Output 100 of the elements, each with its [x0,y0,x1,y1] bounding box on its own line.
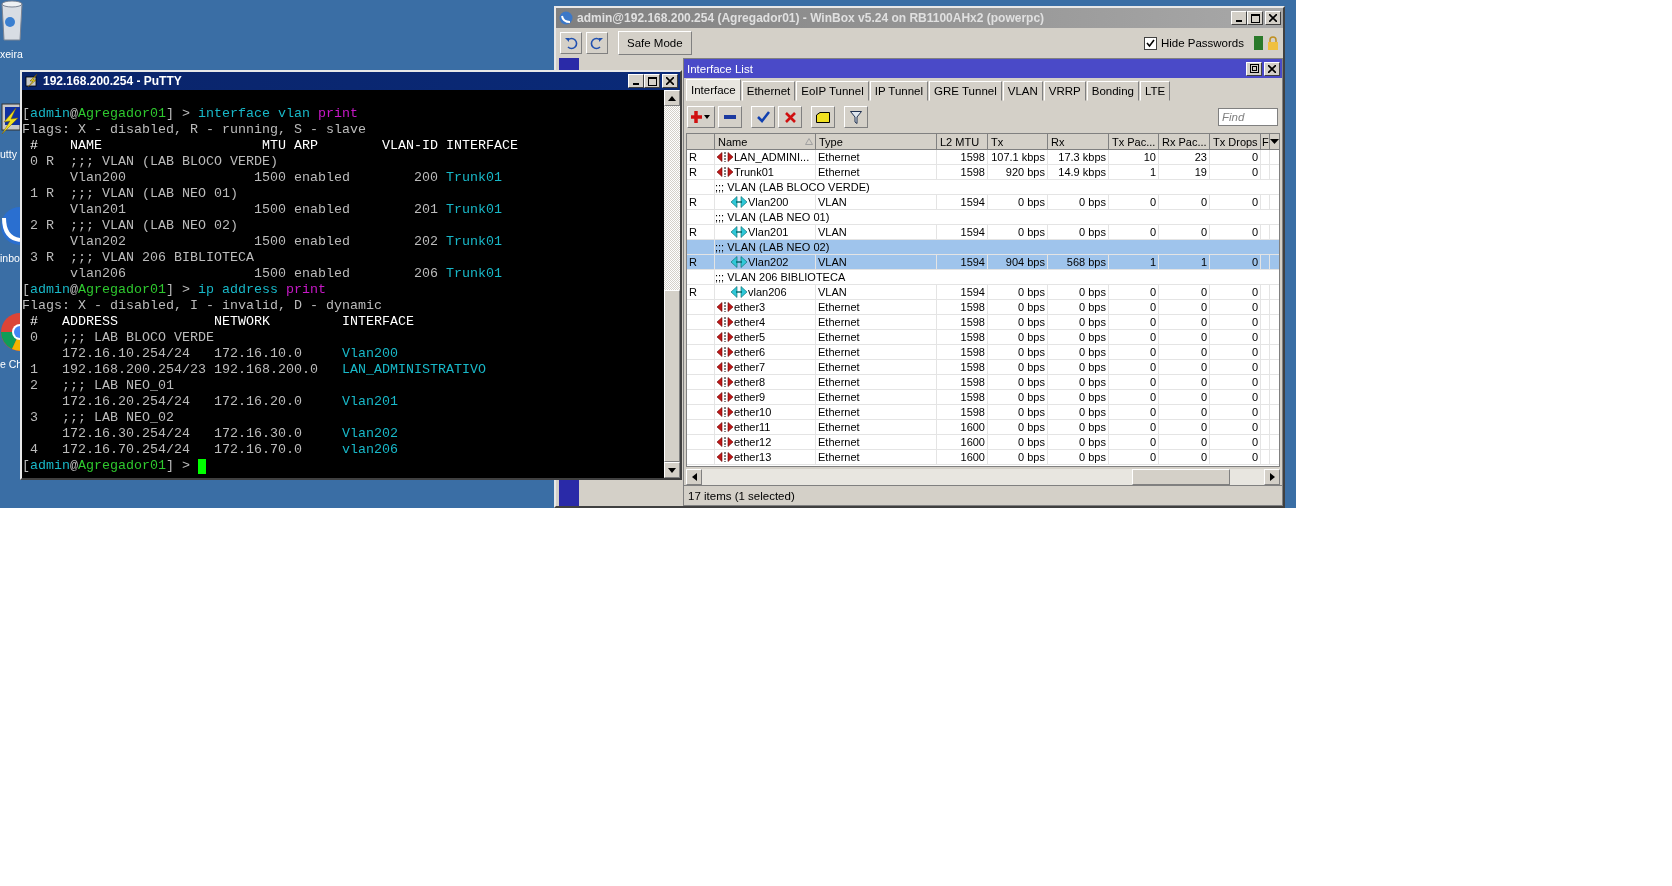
maximize-button[interactable] [1247,11,1263,25]
table-row[interactable]: ;;; VLAN (LAB NEO 01) [687,210,1279,225]
table-cell: 0 [1200,346,1207,358]
terminal-line: 172.16.10.254/24 172.16.10.0 Vlan200 [61,346,398,362]
ethernet-port-icon [717,392,733,402]
tab[interactable]: LTE [1139,81,1171,101]
table-cell: 0 bps [1018,331,1045,343]
scrollbar-thumb[interactable] [664,290,680,462]
terminal-line: 2 R ;;; VLAN (LAB NEO 02) [29,218,238,234]
minimize-button[interactable] [1231,11,1247,25]
terminal-line: 2 ;;; LAB NEO_01 [29,378,174,394]
table-row[interactable]: ether12 Ethernet 1600 0 bps 0 bps 0 0 0 [687,435,1279,450]
table-cell: 0 [1200,361,1207,373]
table-cell: 0 [1200,226,1207,238]
table-row[interactable]: ether4 Ethernet 1598 0 bps 0 bps 0 0 0 [687,315,1279,330]
close-button[interactable] [662,74,678,88]
table-row[interactable]: ether13 Ethernet 1600 0 bps 0 bps 0 0 0 [687,450,1279,465]
tab[interactable]: VLAN [1002,81,1043,101]
ethernet-port-icon [717,362,733,372]
desktop-icon-label: utty [0,148,17,160]
table-cell: LAN_ADMINI... [734,151,810,163]
table-row[interactable]: ether7 Ethernet 1598 0 bps 0 bps 0 0 0 [687,360,1279,375]
table-cell: 568 bps [1066,256,1106,268]
flag-text: R [689,151,697,163]
minimize-button[interactable] [628,74,644,88]
table-cell: 0 bps [1018,406,1045,418]
up-arrow-icon [668,95,676,101]
ethernet-port-icon [717,332,733,342]
maximize-button[interactable] [644,74,660,88]
vlan-arrows-icon [731,226,747,238]
scroll-left-button[interactable] [686,469,702,485]
table-cell: 1594 [960,196,985,208]
app-logo-icon [559,11,573,25]
table-row[interactable]: ether10 Ethernet 1598 0 bps 0 bps 0 0 0 [687,405,1279,420]
terminal-line: 1 192.168.200.254/23 192.168.200.0 LAN_ADMINISTRATIVO [29,362,486,378]
scroll-up-button[interactable] [664,90,680,106]
table-cell: 920 bps [1005,166,1045,178]
terminal-line: Flags: X - disabled, R - running, S - slave [22,122,366,138]
add-button[interactable] [687,106,715,128]
caret-icon [1270,139,1279,144]
redo-button[interactable] [586,32,608,54]
table-cell: 0 bps [1079,226,1106,238]
table-row[interactable]: R Vlan201 VLAN 1594 0 bps 0 bps 0 0 0 [687,225,1279,240]
table-cell: 23 [1194,151,1207,163]
find-field[interactable]: Find [1218,108,1278,126]
trash-bin-icon[interactable] [0,0,24,42]
tab[interactable]: VRRP [1043,81,1086,101]
scroll-down-button[interactable] [664,462,680,478]
scroll-right-button[interactable] [1264,469,1280,485]
table-row[interactable]: ether9 Ethernet 1598 0 bps 0 bps 0 0 0 [687,390,1279,405]
table-cell: ether7 [734,361,766,373]
tab[interactable]: Interface [686,79,741,101]
checkmark-icon [756,111,770,123]
tab[interactable]: GRE Tunnel [929,81,1002,101]
tab[interactable]: Ethernet [741,81,796,101]
close-icon [1269,14,1277,22]
enable-button[interactable] [751,106,775,128]
table-cell: 0 bps [1018,286,1045,298]
table-cell: 1594 [960,226,985,238]
table-row[interactable]: ;;; VLAN (LAB NEO 02) [687,240,1279,255]
disable-button[interactable] [778,106,802,128]
table-row[interactable]: R Vlan202 VLAN 1594 904 bps 568 bps 1 1 0 [687,255,1279,270]
table-cell: 0 [1251,151,1258,163]
tab[interactable]: Bonding [1086,81,1139,101]
table-row[interactable]: ether6 Ethernet 1598 0 bps 0 bps 0 0 0 [687,345,1279,360]
table-cell: 0 [1149,316,1156,328]
table-cell: VLAN [818,256,847,268]
restore-button[interactable] [1246,61,1262,76]
table-cell: 0 bps [1018,421,1045,433]
table-row[interactable]: ether3 Ethernet 1598 0 bps 0 bps 0 0 0 [687,300,1279,315]
flag-text: R [689,286,697,298]
tab[interactable]: IP Tunnel [869,81,929,101]
close-icon [1268,64,1276,73]
table-row[interactable]: ether8 Ethernet 1598 0 bps 0 bps 0 0 0 [687,375,1279,390]
table-row[interactable]: R Trunk01 Ethernet 1598 920 bps 14.9 kbps 1 19 0 [687,165,1279,180]
tab[interactable]: EoIP Tunnel [796,81,869,101]
table-row[interactable]: R LAN_ADMINI... Ethernet 1598 107.1 kbps 17.3 kbps 10 23 0 [687,150,1279,165]
remove-button[interactable] [718,106,742,128]
table-cell: 0 bps [1079,346,1106,358]
close-button[interactable] [1265,11,1281,25]
table-cell: 0 [1200,451,1207,463]
safe-mode-button[interactable]: Safe Mode [618,31,692,55]
hide-passwords-checkbox[interactable] [1143,36,1157,50]
comment-button[interactable] [811,106,835,128]
close-button[interactable] [1264,61,1280,76]
table-row[interactable]: ;;; VLAN 206 BIBLIOTECA [687,270,1279,285]
table-cell: 1598 [960,361,985,373]
table-row[interactable]: ether5 Ethernet 1598 0 bps 0 bps 0 0 0 [687,330,1279,345]
scrollbar-thumb[interactable] [1132,469,1230,485]
table-row[interactable]: R vlan206 VLAN 1594 0 bps 0 bps 0 0 0 [687,285,1279,300]
undo-button[interactable] [560,32,582,54]
table-cell: 107.1 kbps [991,151,1045,163]
table-cell: 0 [1149,196,1156,208]
filter-button[interactable] [844,106,868,128]
comment-text: ;;; VLAN (LAB BLOCO VERDE) [715,180,870,194]
table-row[interactable]: ether11 Ethernet 1600 0 bps 0 bps 0 0 0 [687,420,1279,435]
table-cell: ether4 [734,316,766,328]
table-row[interactable]: ;;; VLAN (LAB BLOCO VERDE) [687,180,1279,195]
table-row[interactable]: R Vlan200 VLAN 1594 0 bps 0 bps 0 0 0 [687,195,1279,210]
comment-text: ;;; VLAN (LAB NEO 01) [715,210,830,224]
